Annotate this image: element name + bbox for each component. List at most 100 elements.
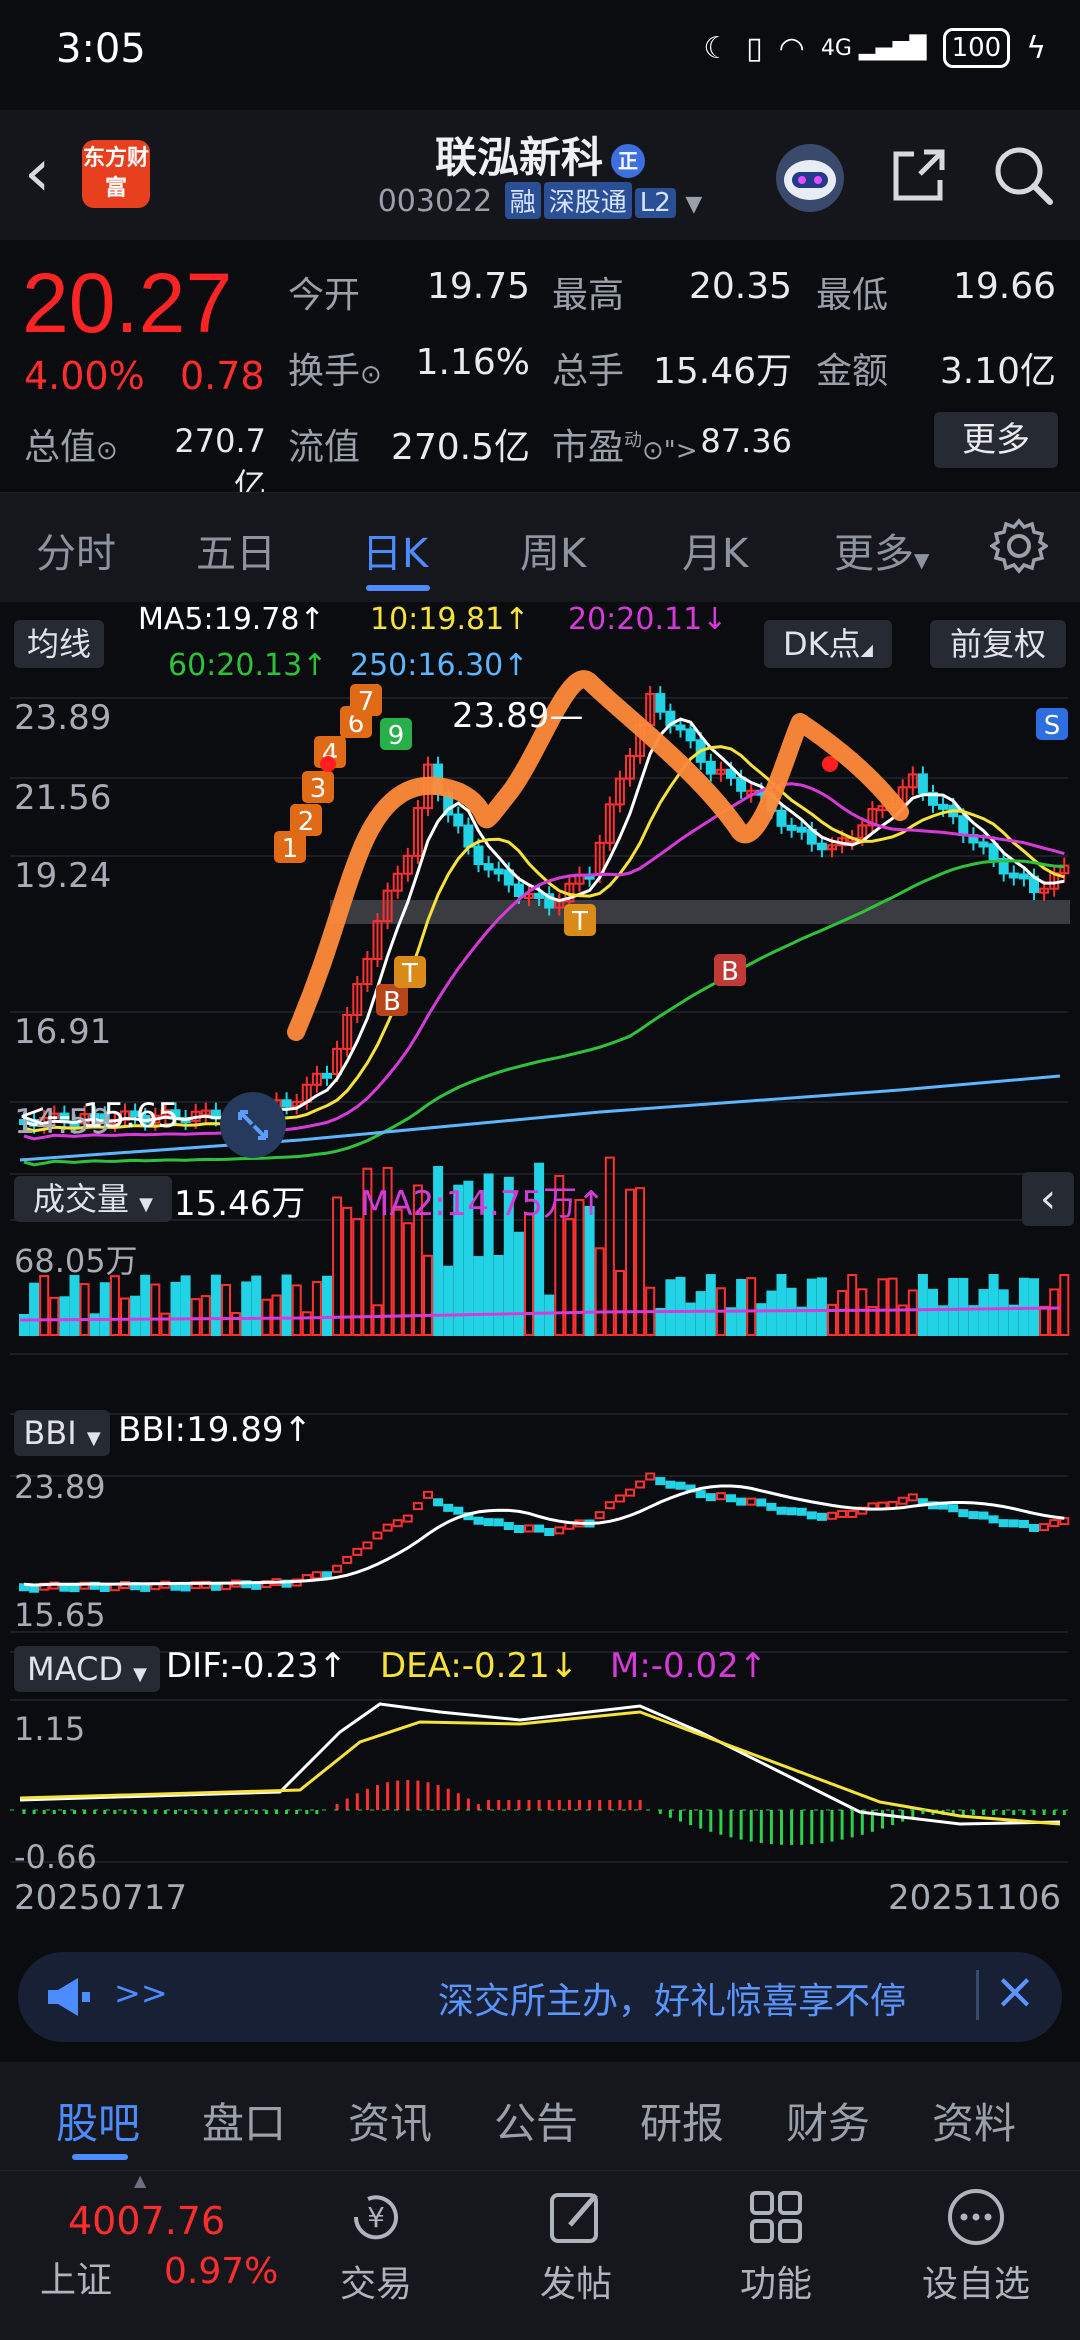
volume-bar <box>69 1274 80 1337</box>
battery-icon: 100 <box>942 28 1011 68</box>
macd-axis-bottom: -0.66 <box>14 1838 97 1876</box>
index-name[interactable]: 上证 <box>40 2251 112 2303</box>
bbi-candle <box>897 1496 908 1505</box>
macd-indicator-button[interactable]: MACD ▼ <box>14 1646 160 1692</box>
more-button[interactable]: 更多 <box>934 412 1058 468</box>
tab-monthly-k[interactable]: 月K <box>682 521 748 579</box>
candle-body <box>705 760 716 775</box>
nav-functions[interactable]: 功能 <box>706 2177 846 2307</box>
volume-bar <box>564 1218 575 1336</box>
bbi-candle <box>776 1506 787 1515</box>
volume-bar <box>79 1283 90 1336</box>
volume-bar <box>29 1282 40 1337</box>
bbi-candle <box>635 1480 646 1489</box>
amount-label: 金额 <box>816 351 889 392</box>
bbi-candle <box>524 1524 534 1533</box>
bbi-value: BBI:19.89↑ <box>118 1410 312 1450</box>
search-icon[interactable] <box>988 140 1058 210</box>
volume-bar <box>493 1255 504 1336</box>
nav-trade[interactable]: ¥ 交易 <box>306 2177 446 2307</box>
bbi-candle <box>978 1511 989 1520</box>
bbi-candle <box>483 1518 494 1527</box>
low-price-mark: <-- 15.65 <box>18 1096 180 1136</box>
volume-bar <box>837 1290 848 1336</box>
nav-add-watchlist-label: 设自选 <box>921 2264 1030 2305</box>
vibrate-icon: ▯ <box>746 30 763 66</box>
tab-pankou[interactable]: 盘口 <box>202 2090 286 2151</box>
bbi-candle <box>786 1507 797 1516</box>
trade-icon: ¥ <box>353 2195 398 2240</box>
ma20-line <box>23 782 1065 1141</box>
high-value: 20.35 <box>688 266 792 307</box>
candle-body <box>938 803 949 810</box>
promo-banner[interactable]: >> 深交所主办，好礼惊喜享不停 × <box>18 1952 1062 2042</box>
candle-body <box>816 842 827 851</box>
volume-bar <box>928 1288 938 1337</box>
bbi-indicator-button[interactable]: BBI ▼ <box>14 1410 110 1456</box>
bbi-candle <box>594 1511 605 1520</box>
candle-body <box>675 724 686 731</box>
tab-intraday[interactable]: 分时 <box>36 521 116 579</box>
megaphone-icon <box>48 1978 90 2016</box>
volume-bar <box>614 1270 625 1337</box>
status-icons: ☾ ▯ ◠ 4G ▂▄▆█ 100 ϟ <box>703 28 1046 68</box>
tab-news[interactable]: 资讯 <box>348 2090 432 2151</box>
settings-gear-icon[interactable] <box>990 517 1048 575</box>
nav-post[interactable]: 发帖 <box>506 2177 646 2307</box>
tab-announcement[interactable]: 公告 <box>494 2090 578 2151</box>
tab-more[interactable]: 更多▼ <box>834 521 929 579</box>
tab-profile[interactable]: 资料 <box>932 2090 1016 2151</box>
tab-finance[interactable]: 财务 <box>786 2090 870 2151</box>
tab-underline <box>366 585 430 591</box>
close-banner-icon[interactable]: × <box>994 1962 1036 2020</box>
bbi-candle <box>665 1480 676 1489</box>
candle-body <box>493 868 504 875</box>
signal-marker-label: T <box>571 907 588 937</box>
price-axis-4: 16.91 <box>14 1012 112 1052</box>
nav-trade-label: 交易 <box>339 2264 412 2305</box>
bbi-candle <box>766 1502 777 1511</box>
volume-bar <box>958 1277 969 1337</box>
tab-guba[interactable]: 股吧 <box>56 2090 140 2151</box>
candle-body <box>473 845 484 866</box>
volume-bar <box>948 1278 959 1336</box>
volume-indicator-button[interactable]: 成交量 ▼ <box>14 1176 172 1222</box>
volume-bar <box>231 1311 242 1336</box>
bbi-candle <box>958 1509 969 1518</box>
tab-five-day[interactable]: 五日 <box>196 521 276 579</box>
date-end: 20251106 <box>888 1878 1062 1918</box>
tab-weekly-k[interactable]: 周K <box>520 521 586 579</box>
price-axis-top: 23.89 <box>14 698 112 738</box>
volume-bar <box>675 1276 686 1337</box>
volume-bar <box>99 1282 110 1337</box>
bbi-candle <box>756 1498 767 1507</box>
volume-bar <box>39 1275 50 1336</box>
bbi-candle <box>372 1531 383 1540</box>
bbi-candle <box>715 1492 726 1501</box>
bbi-candle <box>1008 1519 1019 1528</box>
bbi-candle <box>1039 1523 1050 1532</box>
candle-body <box>917 773 928 794</box>
index-change[interactable]: 0.97% <box>164 2251 278 2292</box>
volume-bar <box>695 1291 706 1336</box>
expand-chart-icon[interactable] <box>218 1090 288 1160</box>
volume-bar <box>917 1274 928 1337</box>
index-value[interactable]: 4007.76 <box>68 2199 225 2243</box>
robot-assistant-icon[interactable] <box>772 140 848 216</box>
volume-bar <box>1049 1288 1060 1337</box>
collapse-panel-icon[interactable]: ‹ <box>1022 1172 1074 1226</box>
nav-add-watchlist[interactable]: 设自选 <box>906 2177 1046 2307</box>
signal-marker-label: B <box>383 987 401 1017</box>
bbi-candle <box>625 1488 635 1497</box>
volume-bar <box>988 1274 999 1337</box>
volume-bar <box>311 1281 322 1336</box>
volume-bar <box>372 1304 383 1337</box>
tab-research[interactable]: 研报 <box>640 2090 724 2151</box>
volume-ma2: MA2:14.75万↑ <box>360 1184 606 1224</box>
bbi-candle <box>29 1584 40 1593</box>
low-value: 19.66 <box>952 266 1056 307</box>
tab-daily-k[interactable]: 日K <box>362 521 428 579</box>
volume-bar <box>190 1298 201 1336</box>
content-tabs: 股吧 盘口 资讯 公告 研报 财务 资料 <box>0 2062 1080 2170</box>
share-icon[interactable] <box>884 140 954 210</box>
